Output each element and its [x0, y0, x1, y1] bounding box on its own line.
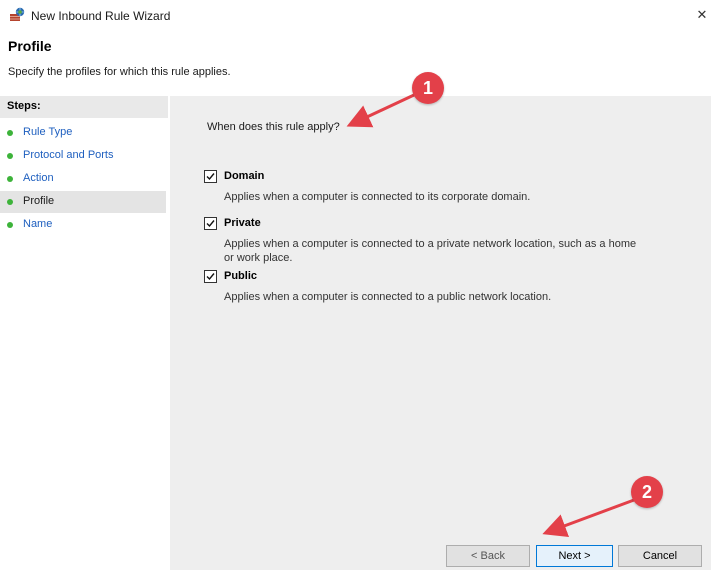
step-bullet-icon — [7, 199, 13, 205]
checkmark-icon — [206, 220, 215, 228]
step-label: Rule Type — [23, 126, 73, 138]
public-label[interactable]: Public — [224, 270, 257, 282]
cancel-button[interactable]: Cancel — [618, 545, 702, 567]
back-button[interactable]: < Back — [446, 545, 530, 567]
firewall-app-icon — [9, 7, 25, 23]
callout-1: 1 — [412, 72, 444, 104]
step-bullet-icon — [7, 222, 13, 228]
public-description: Applies when a computer is connected to … — [224, 291, 552, 303]
step-bullet-icon — [7, 153, 13, 159]
step-bullet-icon — [7, 130, 13, 136]
callout-2: 2 — [631, 476, 663, 508]
close-button[interactable]: ✕ — [690, 3, 714, 27]
private-checkbox[interactable] — [204, 217, 217, 230]
private-description: Applies when a computer is connected to … — [224, 238, 637, 264]
next-button[interactable]: Next > — [536, 545, 613, 567]
page-subtitle: Specify the profiles for which this rule… — [8, 66, 231, 78]
question-label: When does this rule apply? — [207, 121, 340, 133]
domain-checkbox[interactable] — [204, 170, 217, 183]
domain-description: Applies when a computer is connected to … — [224, 191, 531, 203]
step-label: Action — [23, 172, 54, 184]
step-label: Name — [23, 218, 53, 230]
step-action[interactable]: Action — [0, 168, 166, 190]
steps-header: Steps: — [0, 96, 168, 118]
step-label: Protocol and Ports — [23, 149, 114, 161]
step-name[interactable]: Name — [0, 214, 166, 236]
checkmark-icon — [206, 273, 215, 281]
step-bullet-icon — [7, 176, 13, 182]
title-bar: New Inbound Rule Wizard ✕ — [0, 0, 720, 32]
checkmark-icon — [206, 173, 215, 181]
domain-label[interactable]: Domain — [224, 170, 264, 182]
private-label[interactable]: Private — [224, 217, 261, 229]
window-title: New Inbound Rule Wizard — [31, 9, 171, 23]
step-label: Profile — [23, 195, 55, 207]
steps-header-label: Steps: — [7, 100, 41, 112]
step-rule-type[interactable]: Rule Type — [0, 122, 166, 144]
close-icon: ✕ — [696, 7, 708, 22]
profile-options-panel: When does this rule apply? Domain Applie… — [170, 96, 711, 570]
step-protocol-and-ports[interactable]: Protocol and Ports — [0, 145, 166, 167]
steps-panel: Steps: Rule Type Protocol and Ports Acti… — [0, 96, 168, 573]
page-title: Profile — [8, 38, 52, 54]
public-checkbox[interactable] — [204, 270, 217, 283]
step-profile[interactable]: Profile — [0, 191, 166, 213]
